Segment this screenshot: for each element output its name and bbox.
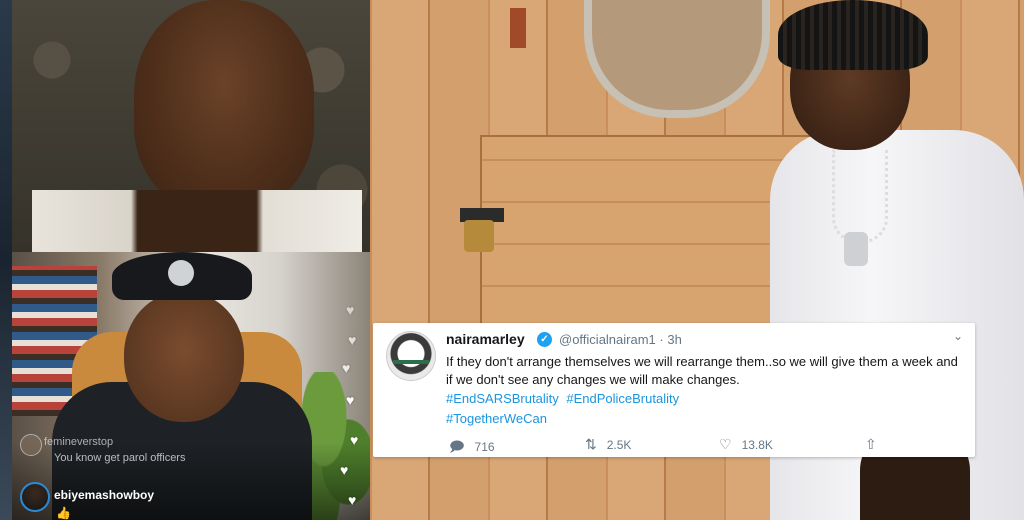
tweet-handle-time[interactable]: @officialnairam1 · 3h	[559, 332, 682, 347]
floating-heart-icon: ♥	[346, 392, 355, 408]
comment-text: 👍	[56, 506, 71, 520]
live-video-tile-bottom: ♥ ♥ ♥ ♥ ♥ ♥ ♥	[12, 252, 370, 520]
floating-heart-icon: ♥	[340, 462, 349, 478]
hashtag-link[interactable]: #EndPoliceBrutality	[566, 391, 679, 406]
door-latch	[510, 8, 526, 48]
separator: ·	[659, 332, 664, 347]
floating-heart-icon: ♥	[342, 360, 351, 376]
tweet-hashtags: #EndSARSBrutality #EndPoliceBrutality #T…	[446, 389, 966, 429]
tweet-display-name[interactable]: nairamarley	[446, 331, 525, 347]
share-button[interactable]: ⇧	[865, 436, 887, 453]
verified-badge-icon: ✓	[537, 332, 552, 347]
reply-count: 716	[474, 440, 495, 454]
avatar[interactable]	[20, 434, 42, 456]
retweet-count: 2.5K	[606, 438, 632, 452]
reply-icon: 🗩	[449, 438, 465, 454]
floating-heart-icon: ♥	[348, 492, 357, 508]
comment-text: You know get parol officers	[54, 452, 186, 464]
left-edge-strip	[0, 0, 12, 520]
shirt-collar	[32, 190, 362, 252]
dreadlocks	[778, 0, 928, 70]
live-video-tile-top	[12, 0, 370, 252]
tweet-avatar[interactable]	[386, 331, 436, 381]
padlock	[464, 220, 494, 252]
like-count: 13.8K	[741, 438, 773, 452]
tweet-card[interactable]: nairamarley ✓ @officialnairam1 · 3h ⌄ If…	[373, 323, 975, 457]
hashtag-link[interactable]: #TogetherWeCan	[446, 411, 547, 426]
comment-username[interactable]: femineverstop	[44, 436, 113, 448]
reply-button[interactable]: 🗩 716	[449, 436, 495, 460]
officer-face	[124, 292, 244, 422]
avatar-logo-stripe	[393, 360, 429, 364]
person-face	[134, 0, 314, 210]
hashtag-link[interactable]: #EndSARSBrutality	[446, 391, 559, 406]
chevron-down-icon[interactable]: ⌄	[953, 329, 963, 343]
floating-heart-icon: ♥	[348, 332, 357, 348]
tweet-text: If they don't arrange themselves we will…	[446, 354, 958, 387]
floating-heart-icon: ♥	[350, 432, 359, 448]
floating-heart-icon: ♥	[346, 302, 355, 318]
cap-badge	[168, 260, 194, 286]
retweet-icon: ⇅	[585, 436, 597, 452]
like-button[interactable]: ♡ 13.8K	[719, 436, 773, 453]
chain-pendant	[844, 232, 868, 266]
heart-icon: ♡	[719, 436, 732, 452]
neck-chain	[832, 150, 888, 243]
comment-username[interactable]: ebiyemashowboy	[54, 488, 154, 502]
avatar[interactable]	[20, 482, 50, 512]
tweet-handle[interactable]: @officialnairam1	[559, 332, 656, 347]
round-sieve	[584, 0, 770, 118]
retweet-button[interactable]: ⇅ 2.5K	[585, 436, 631, 453]
share-icon: ⇧	[865, 436, 877, 452]
tweet-time[interactable]: 3h	[667, 332, 681, 347]
